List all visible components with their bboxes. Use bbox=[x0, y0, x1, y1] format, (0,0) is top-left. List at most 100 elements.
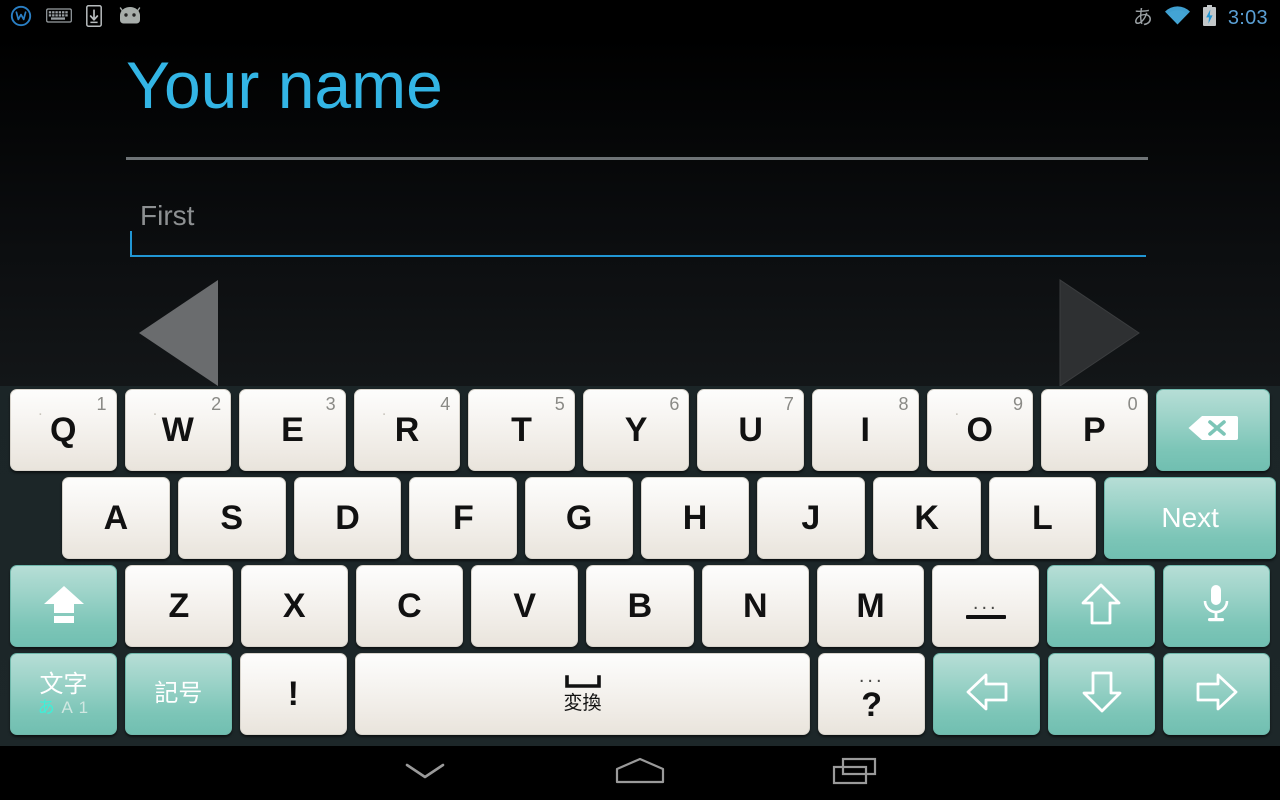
key-j[interactable]: J bbox=[756, 477, 865, 559]
arrow-up-key[interactable] bbox=[1047, 565, 1155, 647]
status-bar-notification-icons bbox=[0, 4, 144, 32]
space-key[interactable]: 変換 bbox=[354, 653, 811, 735]
key-a[interactable]: A bbox=[62, 477, 170, 559]
content-area: Your name bbox=[0, 36, 1280, 387]
question-key-label: ? bbox=[861, 686, 883, 724]
first-name-input[interactable] bbox=[130, 189, 1146, 247]
key-m[interactable]: M bbox=[816, 565, 925, 647]
key-o-sup: 9 bbox=[1013, 394, 1024, 414]
key-i-label: I bbox=[860, 411, 870, 449]
key-y-label: Y bbox=[624, 411, 648, 449]
key-q-sup: 1 bbox=[96, 394, 107, 414]
key-e[interactable]: 3 E bbox=[239, 389, 346, 471]
key-f[interactable]: F bbox=[409, 477, 518, 559]
key-v[interactable]: V bbox=[471, 565, 579, 647]
moji-mode-key[interactable]: 文字 あ A 1 bbox=[10, 653, 117, 735]
navigation-bar bbox=[0, 746, 1280, 800]
page-title: Your name bbox=[126, 48, 443, 122]
backspace-icon bbox=[1186, 413, 1240, 448]
key-t[interactable]: 5 T bbox=[468, 389, 575, 471]
key-z[interactable]: Z bbox=[125, 565, 233, 647]
key-q[interactable]: . 1 Q bbox=[10, 389, 117, 471]
key-z-label: Z bbox=[168, 587, 190, 625]
hide-keyboard-button[interactable] bbox=[318, 746, 533, 800]
recents-button[interactable] bbox=[748, 746, 963, 800]
key-i-sup: 8 bbox=[898, 394, 909, 414]
key-v-label: V bbox=[513, 587, 537, 625]
key-u-label: U bbox=[738, 411, 763, 449]
keyboard-icon bbox=[46, 7, 72, 29]
key-p[interactable]: 0 P bbox=[1041, 389, 1148, 471]
key-u[interactable]: 7 U bbox=[697, 389, 804, 471]
key-w-label: W bbox=[161, 411, 194, 449]
key-o[interactable]: . 9 O bbox=[926, 389, 1034, 471]
wifi-icon bbox=[1164, 5, 1191, 31]
key-w[interactable]: . 2 W bbox=[124, 389, 232, 471]
moji-mode-kana: あ bbox=[37, 698, 56, 718]
arrow-right-icon bbox=[1195, 671, 1239, 718]
shift-key[interactable] bbox=[10, 565, 118, 647]
key-u-sup: 7 bbox=[783, 394, 794, 414]
arrow-down-key[interactable] bbox=[1048, 653, 1156, 735]
dash-key[interactable]: ... bbox=[932, 565, 1040, 647]
moji-mode-key-sub: あ A 1 bbox=[38, 699, 89, 716]
key-o-label: O bbox=[966, 411, 993, 449]
next-arrow[interactable] bbox=[1056, 278, 1142, 393]
home-button[interactable] bbox=[533, 746, 748, 800]
ime-indicator: あ bbox=[1132, 7, 1153, 29]
key-n[interactable]: N bbox=[701, 565, 809, 647]
key-c[interactable]: C bbox=[355, 565, 464, 647]
key-e-label: E bbox=[281, 411, 304, 449]
microphone-key[interactable] bbox=[1162, 565, 1270, 647]
chevron-down-icon bbox=[403, 760, 447, 787]
question-key[interactable]: ... ? bbox=[818, 653, 926, 735]
key-t-label: T bbox=[511, 411, 532, 449]
key-q-dot: . bbox=[38, 402, 43, 419]
dash-key-symbol bbox=[965, 615, 1006, 619]
battery-charging-icon bbox=[1202, 4, 1217, 32]
wire-logo-icon bbox=[10, 5, 32, 32]
exclamation-key-label: ! bbox=[287, 675, 299, 713]
key-g[interactable]: G bbox=[525, 477, 634, 559]
key-h[interactable]: H bbox=[641, 477, 749, 559]
key-r[interactable]: . 4 R bbox=[353, 389, 461, 471]
key-k[interactable]: K bbox=[872, 477, 981, 559]
microphone-icon bbox=[1199, 582, 1233, 631]
backspace-key[interactable] bbox=[1155, 389, 1271, 471]
next-enter-key[interactable]: Next bbox=[1104, 477, 1277, 559]
arrow-left-key[interactable] bbox=[933, 653, 1041, 735]
arrow-left-icon bbox=[965, 671, 1009, 718]
next-enter-key-label: Next bbox=[1161, 502, 1219, 533]
key-b-label: B bbox=[627, 587, 653, 625]
android-screen: あ 3:03 Your name First . 1 Q . 2 W 3 E .… bbox=[0, 0, 1280, 800]
status-bar: あ 3:03 bbox=[0, 0, 1280, 36]
arrow-down-icon bbox=[1081, 670, 1123, 719]
shift-icon bbox=[41, 583, 87, 630]
kigou-symbol-key[interactable]: 記号 bbox=[124, 653, 232, 735]
key-k-label: K bbox=[914, 499, 939, 537]
software-keyboard: . 1 Q . 2 W 3 E . 4 R 5 T 6 Y 7 U 8 I . … bbox=[0, 386, 1280, 746]
key-b[interactable]: B bbox=[586, 565, 694, 647]
keyboard-row-4: 文字 あ A 1 記号 ! 変換 ... ? bbox=[0, 653, 1280, 741]
clock: 3:03 bbox=[1227, 6, 1268, 29]
first-name-field-wrapper bbox=[130, 189, 1146, 247]
kigou-symbol-key-label: 記号 bbox=[154, 680, 203, 708]
arrow-right-key[interactable] bbox=[1163, 653, 1270, 735]
key-p-label: P bbox=[1083, 411, 1106, 449]
moji-mode-key-label: 文字 bbox=[39, 670, 88, 698]
status-bar-system-icons: あ 3:03 bbox=[1132, 4, 1280, 32]
key-c-label: C bbox=[397, 587, 422, 625]
key-y[interactable]: 6 Y bbox=[582, 389, 690, 471]
key-s[interactable]: S bbox=[177, 477, 286, 559]
key-d[interactable]: D bbox=[293, 477, 402, 559]
key-i[interactable]: 8 I bbox=[811, 389, 919, 471]
key-p-sup: 0 bbox=[1127, 394, 1138, 414]
previous-arrow[interactable] bbox=[136, 278, 222, 393]
key-r-sup: 4 bbox=[440, 394, 451, 414]
exclamation-key[interactable]: ! bbox=[239, 653, 347, 735]
key-x[interactable]: X bbox=[240, 565, 348, 647]
key-x-label: X bbox=[282, 587, 306, 625]
key-f-label: F bbox=[452, 499, 474, 537]
key-l[interactable]: L bbox=[988, 477, 1097, 559]
keyboard-row-3: Z X C V B N M ... bbox=[0, 565, 1280, 653]
